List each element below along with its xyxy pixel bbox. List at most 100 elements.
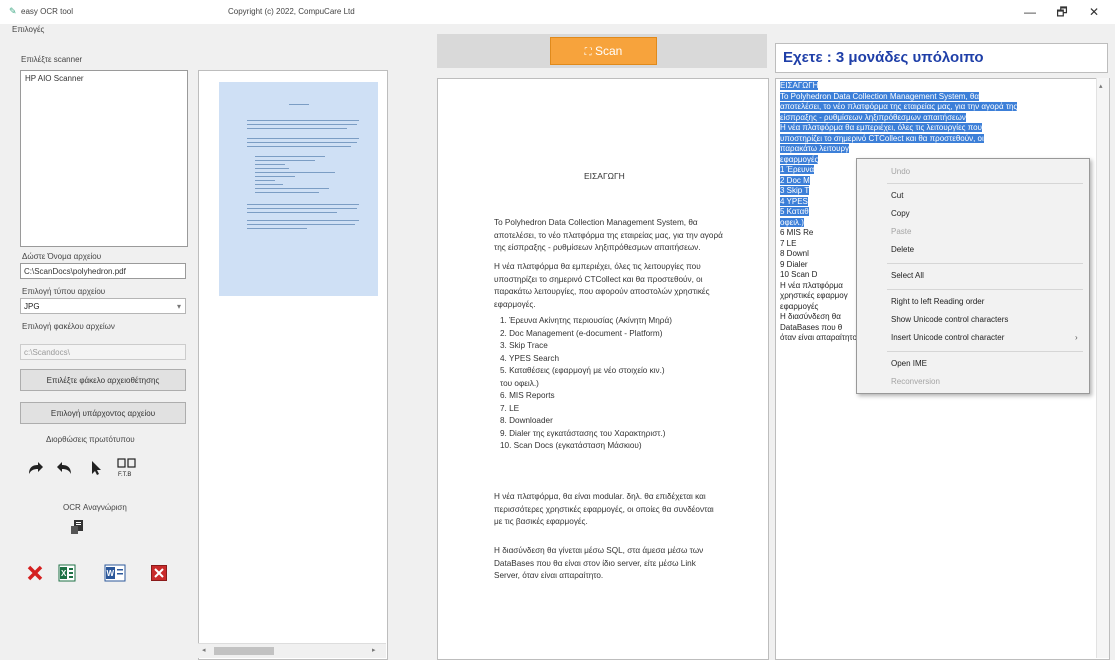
doc-list-item: 9. Dialer της εγκατάστασης του Χαρακτηρι… — [500, 428, 666, 438]
scanner-list-item[interactable]: HP AIO Scanner — [25, 74, 84, 83]
chevron-down-icon: ▾ — [176, 302, 181, 311]
ocr-line: αποτελέσει, το νέο πλατφόρμα της εταιρεί… — [780, 102, 1098, 113]
maximize-button[interactable]: 🗗 — [1052, 4, 1072, 20]
close-button[interactable]: ✕ — [1084, 4, 1104, 20]
ocr-line-text: 5 Καταθ — [780, 207, 809, 216]
page-fit-icon[interactable]: F.T.B — [116, 457, 138, 479]
filename-label: Δώστε Όνομα αρχείου — [22, 252, 102, 261]
pointer-icon[interactable] — [86, 457, 108, 479]
scan-button[interactable]: ⛶ Scan — [550, 37, 657, 65]
ocr-line-text: Η διασύνδεση θα — [780, 312, 841, 321]
ocr-line-text: 10 Scan D — [780, 270, 818, 279]
rotate-right-icon[interactable] — [24, 457, 46, 479]
thumbnail-scrollbar[interactable]: ◂ ▸ — [198, 643, 386, 658]
ocr-line-text: εφαρμογές — [780, 301, 819, 311]
ocr-line-text: εφαρμογές — [780, 154, 819, 164]
menu-separator — [887, 183, 1083, 184]
select-folder-button[interactable]: Επιλέξτε φάκελο αρχειοθέτησης — [20, 369, 186, 391]
doc-heading: ΕΙΣΑΓΩΓΗ — [584, 171, 625, 181]
select-existing-file-button[interactable]: Επιλογή υπάρχοντος αρχείου — [20, 402, 186, 424]
menu-separator — [887, 351, 1083, 352]
document-view[interactable]: ΕΙΣΑΓΩΓΗ Το Polyhedron Data Collection M… — [437, 78, 769, 660]
ocr-line-text: 1 Έρευνα — [780, 165, 815, 174]
folder-label: Επιλογή φακέλου αρχείων — [22, 322, 115, 331]
ocr-line: υποστηρίζει το σημερινό CTCollect και θα… — [780, 133, 1098, 145]
ocr-scrollbar[interactable]: ▴ — [1096, 78, 1109, 658]
delete-icon[interactable] — [24, 562, 46, 584]
menu-item-delete[interactable]: Delete — [891, 245, 914, 254]
scroll-up-icon[interactable]: ▴ — [1099, 82, 1103, 90]
menu-item-show-unicode[interactable]: Show Unicode control characters — [891, 315, 1008, 324]
menu-item-cut[interactable]: Cut — [891, 191, 903, 200]
menu-separator — [887, 263, 1083, 264]
scrollbar-thumb[interactable] — [214, 647, 274, 655]
ocr-line-text: χρηστικές εφαρμογ — [780, 291, 848, 300]
units-balance: Εχετε : 3 μονάδες υπόλοιπο — [775, 43, 1108, 73]
doc-paragraph-3: Η νέα πλατφόρμα, θα είναι modular. δηλ. … — [494, 492, 714, 526]
doc-list-item: 1. Έρευνα Ακίνητης περιουσίας (Ακίνητη Μ… — [500, 316, 672, 325]
filetype-label: Επιλογή τύπου αρχείου — [22, 287, 106, 296]
menu-item-insert-unicode[interactable]: Insert Unicode control character — [891, 333, 1004, 342]
doc-list: 1. Έρευνα Ακίνητης περιουσίας (Ακίνητη Μ… — [500, 315, 730, 453]
page-thumbnail[interactable] — [219, 82, 378, 296]
doc-list-item: 4. YPES Search — [500, 353, 560, 363]
menu-item-select-all[interactable]: Select All — [891, 271, 924, 280]
doc-list-item: 3. Skip Trace — [500, 341, 548, 350]
excel-export-icon[interactable]: X — [56, 562, 78, 584]
ocr-label: OCR Αναγνώριση — [63, 503, 127, 512]
menu-item-undo[interactable]: Undo — [891, 167, 910, 176]
scanner-label: Επιλέξτε scanner — [21, 55, 83, 64]
rotate-left-icon[interactable] — [54, 457, 76, 479]
context-menu: Undo Cut Copy Paste Delete Select All Ri… — [856, 158, 1090, 394]
menu-item-rtl[interactable]: Right to left Reading order — [891, 297, 984, 306]
copyright-text: Copyright (c) 2022, CompuCare Ltd — [228, 7, 355, 16]
original-edit-label: Διορθώσεις πρωτότυπου — [46, 435, 135, 444]
ocr-line-text: όταν είναι απαραίτητο. — [780, 333, 860, 342]
ocr-line-text: υποστηρίζει το σημερινό CTCollect και θα… — [780, 133, 984, 143]
ocr-line-text: παρακάτω λειτουργ — [780, 144, 850, 153]
ocr-line: ΕΙΣΑΓΩΓΗ — [780, 81, 1098, 92]
ocr-line-text: 9 Dialer — [780, 259, 808, 269]
word-export-icon[interactable]: W — [104, 562, 126, 584]
app-icon: ✎ — [9, 6, 17, 16]
doc-paragraph-1: Το Polyhedron Data Collection Management… — [494, 218, 723, 252]
doc-paragraph-2: Η νέα πλατφόρμα θα εμπεριέχει, όλες τις … — [494, 262, 710, 309]
scan-icon: ⛶ — [584, 47, 592, 58]
menu-item-copy[interactable]: Copy — [891, 209, 910, 218]
ocr-line-text: DataBases που θ — [780, 322, 843, 332]
minimize-button[interactable]: — — [1020, 4, 1040, 20]
ocr-line: Το Polyhedron Data Collection Management… — [780, 91, 1098, 103]
doc-list-item: 8. Downloader — [500, 416, 553, 425]
ocr-line-text: 2 Doc M — [780, 175, 810, 185]
folder-input[interactable]: c:\Scandocs\ — [20, 344, 186, 360]
svg-text:W: W — [107, 569, 115, 578]
menu-item-paste[interactable]: Paste — [891, 227, 911, 236]
ocr-line-text: 7 LE — [780, 238, 797, 248]
ocr-scan-icon[interactable] — [67, 516, 89, 538]
doc-paragraph-4: Η διασύνδεση θα γίνεται μέσω SQL, στα άμ… — [494, 546, 704, 580]
ocr-line: είσπραξης - ρυθμίσεων ληξιπρόθεσμων απαι… — [780, 112, 1098, 124]
ocr-line-text: ΕΙΣΑΓΩΓΗ — [780, 81, 819, 90]
ocr-line-text: 4 YPES — [780, 196, 808, 206]
scan-label: Scan — [594, 44, 623, 58]
scroll-left-icon[interactable]: ◂ — [202, 646, 206, 654]
menu-separator — [887, 289, 1083, 290]
menu-item-reconversion[interactable]: Reconversion — [891, 377, 940, 386]
menu-item-open-ime[interactable]: Open IME — [891, 359, 927, 368]
title-bar: ✎ easy OCR tool Copyright (c) 2022, Comp… — [0, 0, 1115, 24]
doc-list-item: 2. Doc Management (e-document - Platform… — [500, 328, 663, 338]
ocr-line-text: Η νέα πλατφόρμα — [780, 280, 843, 290]
ocr-line-text: είσπραξης - ρυθμίσεων ληξιπρόθεσμων απαι… — [780, 112, 966, 122]
ocr-line-text: 3 Skip T — [780, 186, 810, 195]
exit-icon[interactable] — [148, 562, 170, 584]
menu-options[interactable]: Επιλογές — [12, 25, 44, 34]
doc-list-item: 7. LE — [500, 403, 520, 413]
ocr-line-text: 6 MIS Re — [780, 228, 814, 237]
scanner-list[interactable]: HP AIO Scanner — [20, 70, 188, 247]
ocr-line: Η νέα πλατφόρμα θα εμπεριέχει, όλες τις … — [780, 123, 1098, 134]
scroll-right-icon[interactable]: ▸ — [372, 646, 376, 654]
ocr-line: παρακάτω λειτουργ — [780, 144, 1098, 155]
doc-list-item: του οφειλ.) — [500, 378, 539, 388]
filename-input[interactable]: C:\ScanDocs\polyhedron.pdf — [20, 263, 186, 279]
filetype-select[interactable]: JPG ▾ — [20, 298, 186, 314]
